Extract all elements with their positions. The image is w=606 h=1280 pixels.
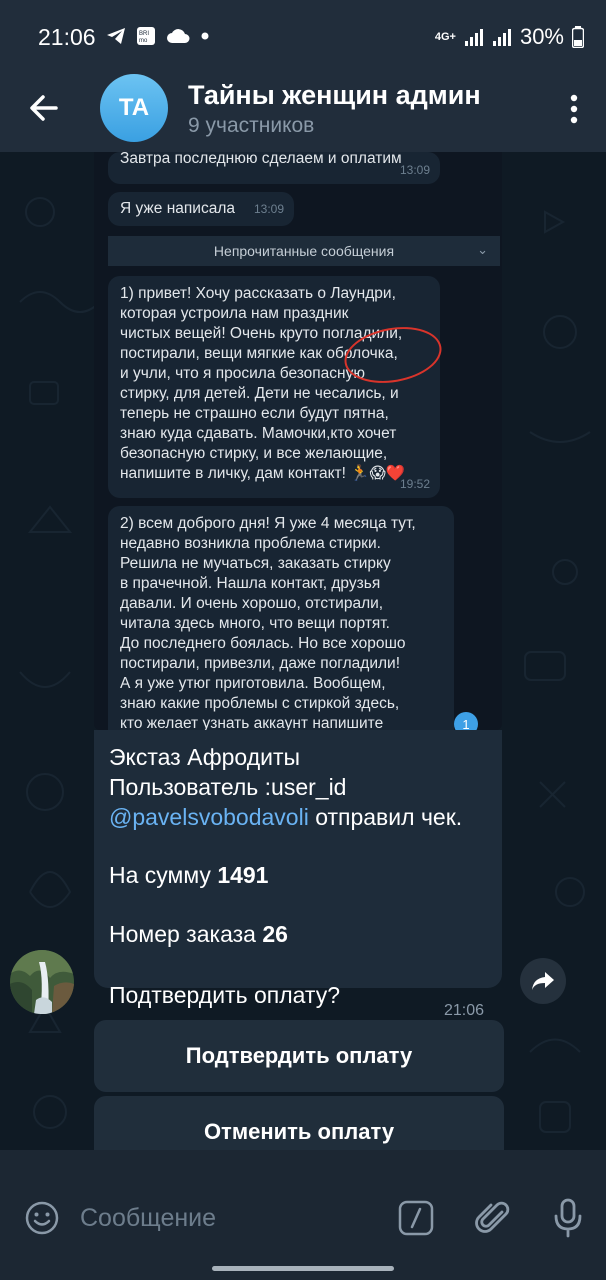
screenshot-message-top-text: Завтра последнюю сделаем и оплатим <box>120 152 402 167</box>
confirm-question: Подтвердить оплату? <box>109 982 340 1008</box>
unread-messages-divider: Непрочитанные сообщения ⌄ <box>108 236 500 266</box>
more-vertical-icon[interactable] <box>570 94 578 124</box>
msg2-line: давали. И очень хорошо, отстирали, <box>120 595 384 612</box>
message-bubble[interactable]: Экстаз Афродиты Пользователь :user_id @p… <box>94 730 502 1019</box>
back-arrow-icon[interactable] <box>26 90 62 126</box>
msg1-line: безопасную стирку, и все желающие, <box>120 445 388 462</box>
screenshot-message-wrote-time: 13:09 <box>253 202 284 216</box>
telegram-icon <box>107 28 125 44</box>
screenshot-message-wrote-text: Я уже написала <box>120 200 235 217</box>
screenshot-message-2: 2) всем доброго дня! Я уже 4 месяца тут,… <box>108 506 454 730</box>
confirm-payment-button[interactable]: Подтвердить оплату <box>94 1020 504 1092</box>
sum-label: На сумму <box>109 862 211 888</box>
chat-area[interactable]: Завтра последнюю сделаем и оплатим 13:09… <box>0 152 606 1152</box>
battery-label: 30% <box>519 24 564 49</box>
battery-icon <box>572 26 584 48</box>
order-line: Номер заказа 26 <box>109 921 288 948</box>
msg2-line: До последнего боялась. Но все хорошо <box>120 635 406 652</box>
screenshot-message-1: 1) привет! Хочу рассказать о Лаундри, ко… <box>108 276 440 498</box>
svg-text:mo: mo <box>139 38 148 44</box>
screenshot-message-wrote: Я уже написала 13:09 <box>108 192 294 226</box>
message-input-bar: Сообщение <box>0 1150 606 1280</box>
dot-icon <box>201 32 209 40</box>
chat-header: TA Тайны женщин админ 9 участников <box>0 72 606 152</box>
unread-badge: 1 <box>454 712 478 730</box>
signal-icon <box>464 29 483 46</box>
order-value: 26 <box>262 921 288 947</box>
svg-text:BRI: BRI <box>139 31 149 37</box>
msg1-time: 19:52 <box>399 477 430 491</box>
msg1-line: теперь не страшно если будут пятна, <box>120 405 389 422</box>
screenshot-message-top: Завтра последнюю сделаем и оплатим 13:09 <box>108 152 440 184</box>
signal-roaming-icon <box>492 29 511 46</box>
msg2-line: А я уже утюг приготовила. Вообщем, <box>120 675 386 692</box>
status-right: 4G+ 30% <box>435 24 584 50</box>
msg2-line: недавно возникла проблема стирки. <box>120 535 381 552</box>
unread-label: Непрочитанные сообщения <box>213 243 395 259</box>
chat-subtitle: 9 участников <box>188 114 315 137</box>
home-indicator[interactable] <box>212 1266 394 1271</box>
action-text: отправил чек. <box>315 804 463 830</box>
msg2-line: Решила не мучаться, заказать стирку <box>120 555 391 572</box>
msg2-line: кто желает узнать аккаунт напишите <box>120 715 384 730</box>
group-avatar[interactable]: TA <box>100 74 168 142</box>
status-bar: 21:06 BRI mo 4G+ 30% <box>0 0 606 72</box>
user-id-line: Пользователь :user_id <box>109 774 347 800</box>
attach-icon[interactable] <box>474 1198 514 1238</box>
forward-arrow-icon <box>532 972 554 990</box>
forward-button[interactable] <box>520 958 566 1004</box>
screenshot-message-top-time: 13:09 <box>399 163 430 177</box>
cancel-payment-button[interactable]: Отменить оплату <box>94 1096 504 1152</box>
embedded-screenshot[interactable]: Завтра последнюю сделаем и оплатим 13:09… <box>94 152 502 730</box>
msg2-line: читала здесь много, что вещи портят. <box>120 615 390 632</box>
brimo-icon: BRImo <box>137 27 155 45</box>
msg2-line: в прачечной. Нашла контакт, друзья <box>120 575 381 592</box>
message-input[interactable]: Сообщение <box>80 1204 216 1233</box>
user-mention-link[interactable]: @pavelsvobodavoli <box>109 804 309 830</box>
msg2-line: постирали, привезли, даже погладили! <box>120 655 400 672</box>
chevron-down-icon: ⌄ <box>477 242 488 257</box>
cloud-icon <box>167 29 190 43</box>
network-label: 4G+ <box>434 31 456 43</box>
bot-command-icon[interactable] <box>398 1200 434 1236</box>
message-time: 21:06 <box>443 1002 484 1019</box>
sender-name: Экстаз Афродиты <box>109 744 301 770</box>
status-time: 21:06 <box>38 24 96 50</box>
msg1-line: стирку, для детей. Дети не чесались, и <box>120 385 399 402</box>
msg1-line: 1) привет! Хочу рассказать о Лаундри, <box>120 285 396 302</box>
msg2-line: знаю какие проблемы с стиркой здесь, <box>120 695 400 712</box>
msg1-line: знаю куда сдавать. Мамочки,кто хочет <box>120 425 397 442</box>
msg1-line: которая устроила нам праздник <box>120 305 349 322</box>
emoji-icon[interactable] <box>24 1200 60 1236</box>
chat-title[interactable]: Тайны женщин админ <box>188 80 481 111</box>
msg1-line: напишите в личку, дам контакт! 🏃😱❤️ <box>120 465 405 482</box>
order-label: Номер заказа <box>109 921 256 947</box>
waterfall-photo <box>10 950 74 1014</box>
sender-avatar[interactable] <box>10 950 74 1014</box>
microphone-icon[interactable] <box>552 1198 584 1238</box>
mention-line: @pavelsvobodavoli отправил чек. <box>109 804 462 831</box>
msg2-line: 2) всем доброго дня! Я уже 4 месяца тут, <box>120 515 416 532</box>
sum-line: На сумму 1491 <box>109 862 268 889</box>
sum-value: 1491 <box>217 862 269 888</box>
status-left-icons: BRI mo <box>106 26 210 46</box>
